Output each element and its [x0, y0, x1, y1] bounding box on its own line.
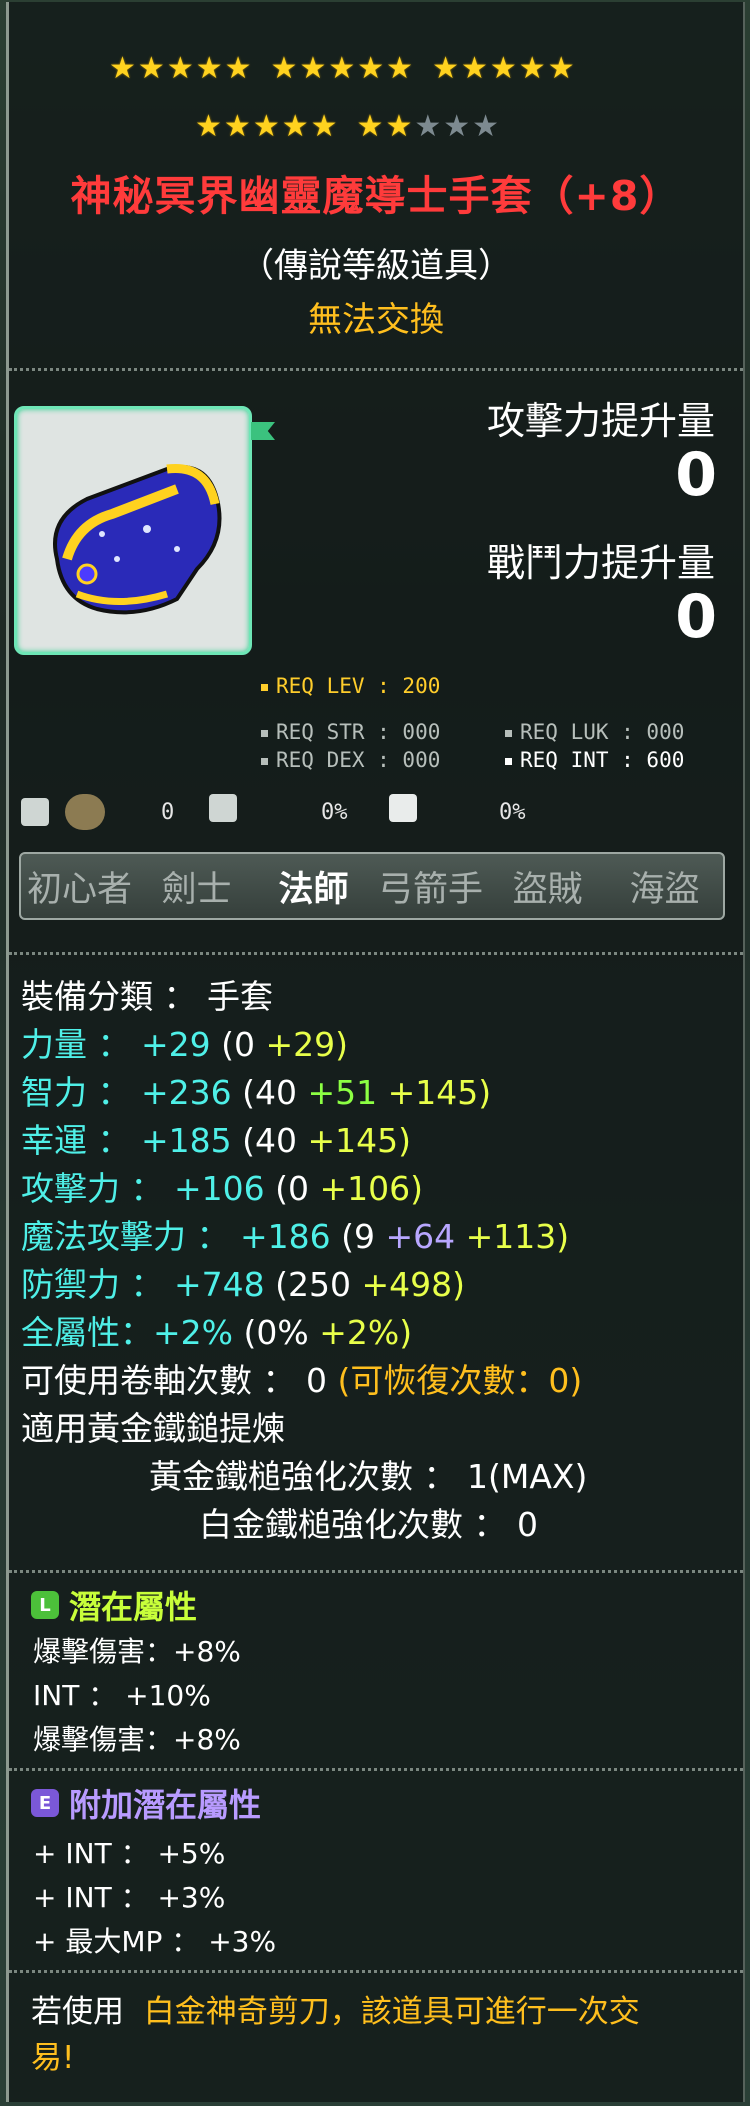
star-row-1: ★ ★ ★ ★ ★ ★ ★ ★ ★ ★ ★ ★ ★ ★ ★ — [109, 54, 593, 84]
star-empty-icon: ★ — [472, 109, 500, 144]
upload-icon — [209, 794, 237, 822]
star-icon: ★ — [518, 51, 546, 86]
gold-hammer-count: 黃金鐵槌強化次數 ： 1(MAX) — [149, 1457, 588, 1496]
scissors-notice-cont: 易! — [31, 2040, 75, 2076]
star-icon: ★ — [328, 51, 356, 86]
star-icon: ★ — [109, 51, 136, 86]
epic-badge-icon: E — [31, 1789, 59, 1817]
potential-line-2: INT ： +10% — [33, 1679, 211, 1712]
star-icon: ★ — [356, 109, 384, 144]
job-class-bar: 初心者 劍士 法師 弓箭手 盜賊 海盜 — [19, 852, 725, 920]
star-icon: ★ — [195, 51, 223, 86]
mini-value-3: 0% — [499, 800, 526, 825]
stat-matk: 魔法攻擊力 ： +186 (9 +64 +113) — [21, 1217, 570, 1256]
req-luk: REQ LUK : 000 — [505, 720, 684, 744]
star-icon: ★ — [489, 51, 517, 86]
star-icon: ★ — [224, 51, 252, 86]
potential-line-3: 爆擊傷害：+8% — [33, 1723, 241, 1756]
bonus-potential-line-2: + INT ： +3% — [33, 1881, 226, 1914]
req-dex: REQ DEX : 000 — [261, 748, 440, 772]
class-magician: 法師 — [278, 869, 349, 910]
star-icon: ★ — [357, 51, 385, 86]
star-icon: ★ — [166, 51, 194, 86]
class-thief: 盜賊 — [512, 869, 583, 910]
mini-value-2: 0% — [321, 800, 348, 825]
star-icon: ★ — [432, 51, 459, 86]
class-beginner: 初心者 — [26, 869, 132, 910]
item-grade: （傳說等級道具） — [240, 246, 512, 286]
atk-increase-label: 攻擊力提升量 — [486, 399, 715, 443]
scroll-count: 可使用卷軸次數 ： 0 (可恢復次數：0) — [21, 1361, 583, 1400]
stat-def: 防禦力 ： +748 (250 +498) — [21, 1265, 466, 1304]
star-icon: ★ — [223, 109, 251, 144]
stat-int: 智力 ： +236 (40 +51 +145) — [21, 1073, 492, 1112]
star-icon: ★ — [385, 109, 413, 144]
star-icon: ★ — [195, 109, 222, 144]
bonus-potential-line-1: + INT ： +5% — [33, 1837, 226, 1870]
glove-icon — [53, 463, 222, 615]
divider — [9, 952, 743, 955]
divider — [9, 1570, 743, 1573]
hammer-title: 適用黃金鐵鎚提煉 — [21, 1409, 285, 1448]
req-int: REQ INT : 600 — [505, 748, 684, 772]
divider — [9, 1970, 743, 1973]
class-warrior: 劍士 — [161, 869, 232, 910]
star-icon: ★ — [137, 51, 165, 86]
item-name: 神秘冥界幽靈魔導士手套（+8） — [70, 172, 682, 220]
stat-all: 全屬性：+2% (0% +2%) — [21, 1313, 413, 1352]
req-str: REQ STR : 000 — [261, 720, 440, 744]
trade-status: 無法交換 — [308, 300, 444, 340]
divider — [9, 368, 743, 371]
potential-header: L 潛在屬性 — [31, 1582, 197, 1628]
stat-str: 力量 ： +29 (0 +29) — [21, 1025, 349, 1064]
star-empty-icon: ★ — [414, 109, 442, 144]
stat-luk: 幸運 ： +185 (40 +145) — [21, 1121, 412, 1160]
star-icon: ★ — [386, 51, 414, 86]
combat-increase-value: 0 — [675, 582, 717, 652]
star-icon: ★ — [252, 109, 280, 144]
transfer-icon — [21, 798, 49, 826]
equip-category: 裝備分類 ： 手套 — [21, 977, 273, 1016]
bonus-potential-line-3: + 最大MP ： +3% — [33, 1925, 277, 1958]
star-icon: ★ — [310, 109, 338, 144]
legendary-badge-icon: L — [31, 1591, 59, 1619]
potential-line-1: 爆擊傷害：+8% — [33, 1635, 241, 1668]
class-archer: 弓箭手 — [377, 869, 483, 910]
divider — [9, 1768, 743, 1771]
shield-icon — [389, 794, 417, 822]
req-level: REQ LEV : 200 — [261, 674, 440, 698]
class-pirate: 海盜 — [629, 869, 700, 910]
plat-hammer-count: 白金鐵槌強化次數 ： 0 — [199, 1505, 538, 1544]
flag-icon — [251, 422, 275, 440]
bag-icon — [65, 794, 105, 830]
star-row-2: ★ ★ ★ ★ ★ ★ ★ ★ ★ ★ — [195, 112, 517, 142]
star-icon: ★ — [270, 51, 298, 86]
star-icon: ★ — [547, 51, 575, 86]
item-icon-frame[interactable] — [14, 406, 252, 655]
star-icon: ★ — [460, 51, 488, 86]
mini-value-1: 0 — [161, 800, 175, 825]
bonus-potential-header: E 附加潛在屬性 — [31, 1780, 261, 1826]
star-icon: ★ — [299, 51, 327, 86]
star-icon: ★ — [281, 109, 309, 144]
stat-atk: 攻擊力 ： +106 (0 +106) — [21, 1169, 424, 1208]
star-empty-icon: ★ — [443, 109, 471, 144]
item-tooltip: ★ ★ ★ ★ ★ ★ ★ ★ ★ ★ ★ ★ ★ ★ ★ ★ ★ ★ ★ ★ ★ ★ ★ ★ ★ 神秘冥界幽靈魔導士手… — [6, 2, 745, 2102]
combat-increase-label: 戰鬥力提升量 — [486, 541, 715, 585]
scissors-notice: 若使用 白金神奇剪刀，該道具可進行一次交 — [31, 1994, 640, 2030]
atk-increase-value: 0 — [675, 440, 717, 510]
